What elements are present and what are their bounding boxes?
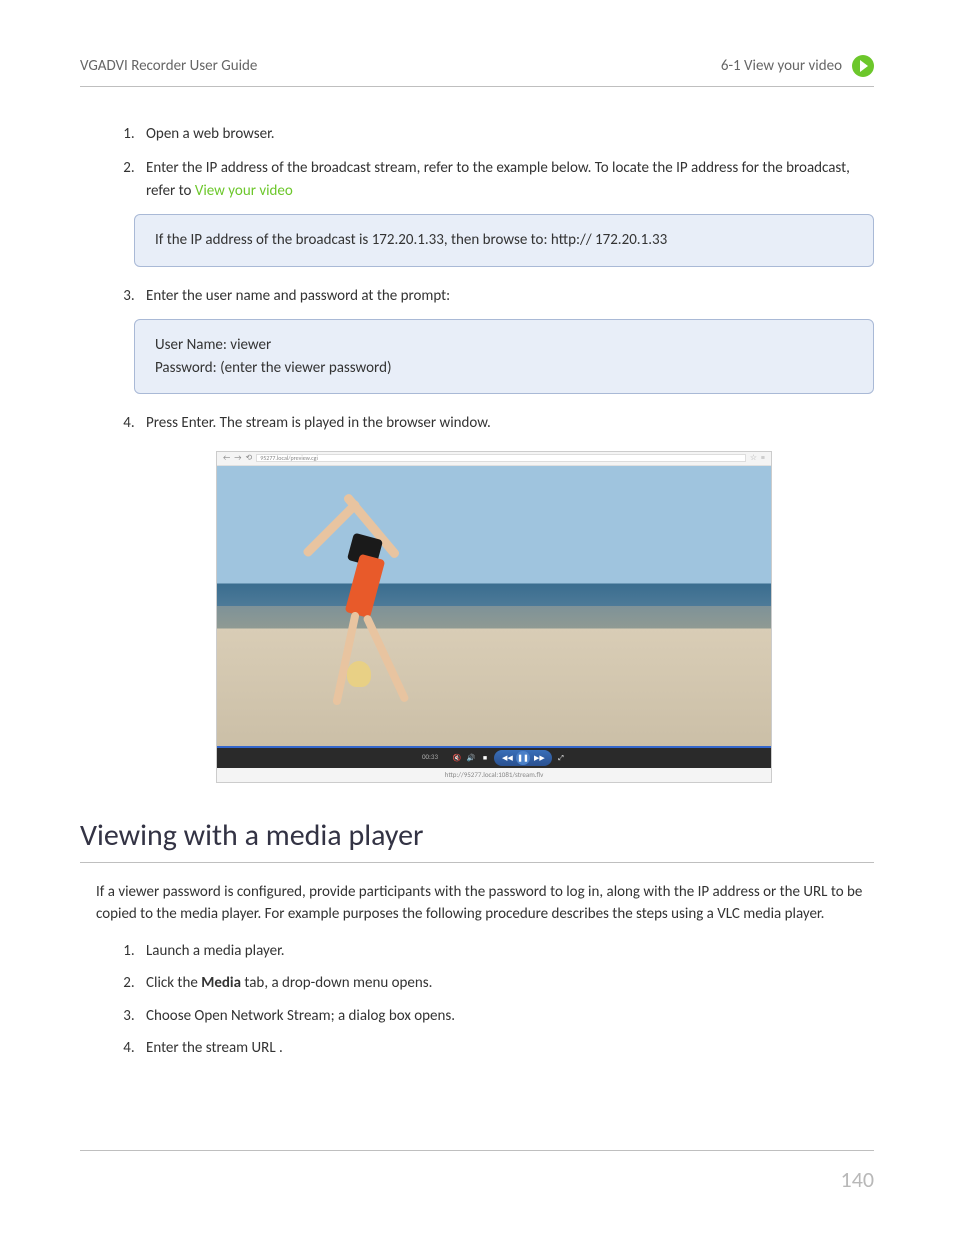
screenshot-video-frame [217, 466, 771, 746]
header-guide-title: VGADVI Recorder User Guide [80, 55, 257, 78]
instruction-list-1b: Enter the user name and password at the … [96, 285, 874, 308]
step-2: Enter the IP address of the broadcast st… [138, 157, 874, 202]
fastfwd-icon: ▶▶ [534, 753, 544, 763]
mp-step-4-text: Enter the stream URL . [146, 1039, 283, 1057]
reload-icon: ⟲ [246, 452, 253, 464]
media-tab-label: Media [201, 974, 241, 992]
ip-example-text: If the IP address of the broadcast is 17… [155, 231, 667, 249]
mp-step-3-text: Choose Open Network Stream; a dialog box… [146, 1007, 455, 1025]
player-time: 00:33 [422, 752, 438, 763]
mp-step-2a: Click the [146, 974, 201, 992]
step-3-text: Enter the user name and password at the … [146, 287, 450, 305]
mp-step-3: Choose Open Network Stream; a dialog box… [138, 1005, 874, 1028]
instruction-list-1c: Press Enter. The stream is played in the… [96, 412, 874, 435]
mp-step-1: Launch a media player. [138, 940, 874, 963]
screenshot-player-controls: 00:33 🔇 🔊 ■ ◀◀ ❚❚ ▶▶ ⤢ [217, 746, 771, 768]
menu-icon: ≡ [761, 452, 765, 464]
address-bar: 95277.local/preview.cgi [256, 454, 746, 462]
play-icon [852, 55, 874, 77]
credentials-note: User Name: viewer Password: (enter the v… [134, 319, 874, 394]
screenshot-stream-url: http://95277.local:1081/stream.flv [217, 768, 771, 782]
step-4-text: Press Enter. The stream is played in the… [146, 414, 491, 432]
section-heading-media-player: Viewing with a media player [80, 813, 874, 863]
mp-step-4: Enter the stream URL . [138, 1037, 874, 1060]
screenshot-browser-bar: ← → ⟲ 95277.local/preview.cgi ☆ ≡ [217, 452, 771, 466]
username-line: User Name: viewer [155, 334, 853, 357]
back-icon: ← [223, 452, 230, 464]
mp-step-1-text: Launch a media player. [146, 942, 285, 960]
password-line: Password: (enter the viewer password) [155, 357, 853, 380]
step-1-text: Open a web browser. [146, 125, 275, 143]
rewind-icon: ◀◀ [502, 753, 512, 763]
step-3: Enter the user name and password at the … [138, 285, 874, 308]
page-header: VGADVI Recorder User Guide 6-1 View your… [80, 55, 874, 87]
fullscreen-icon: ⤢ [556, 753, 566, 763]
step-1: Open a web browser. [138, 123, 874, 146]
step-4: Press Enter. The stream is played in the… [138, 412, 874, 435]
instruction-list-2: Launch a media player. Click the Media t… [80, 940, 874, 1060]
header-section-label: 6-1 View your video [721, 55, 842, 78]
media-player-intro: If a viewer password is configured, prov… [96, 881, 874, 926]
forward-icon: → [234, 452, 241, 464]
mp-step-2c: tab, a drop-down menu opens. [241, 974, 432, 992]
page-number: 140 [841, 1166, 874, 1193]
stop-icon: ■ [480, 753, 490, 763]
star-icon: ☆ [750, 452, 757, 464]
browser-screenshot: ← → ⟲ 95277.local/preview.cgi ☆ ≡ [216, 451, 772, 783]
mute-icon: 🔇 [452, 753, 462, 763]
view-your-video-link[interactable]: View your video [195, 182, 293, 200]
ip-example-note: If the IP address of the broadcast is 17… [134, 214, 874, 267]
instruction-list-1: Open a web browser. Enter the IP address… [96, 123, 874, 203]
page-footer: 140 [80, 1150, 874, 1196]
person-figure [272, 496, 452, 726]
vol-icon: 🔊 [466, 753, 476, 763]
pause-icon: ❚❚ [516, 751, 530, 765]
mp-step-2: Click the Media tab, a drop-down menu op… [138, 972, 874, 995]
